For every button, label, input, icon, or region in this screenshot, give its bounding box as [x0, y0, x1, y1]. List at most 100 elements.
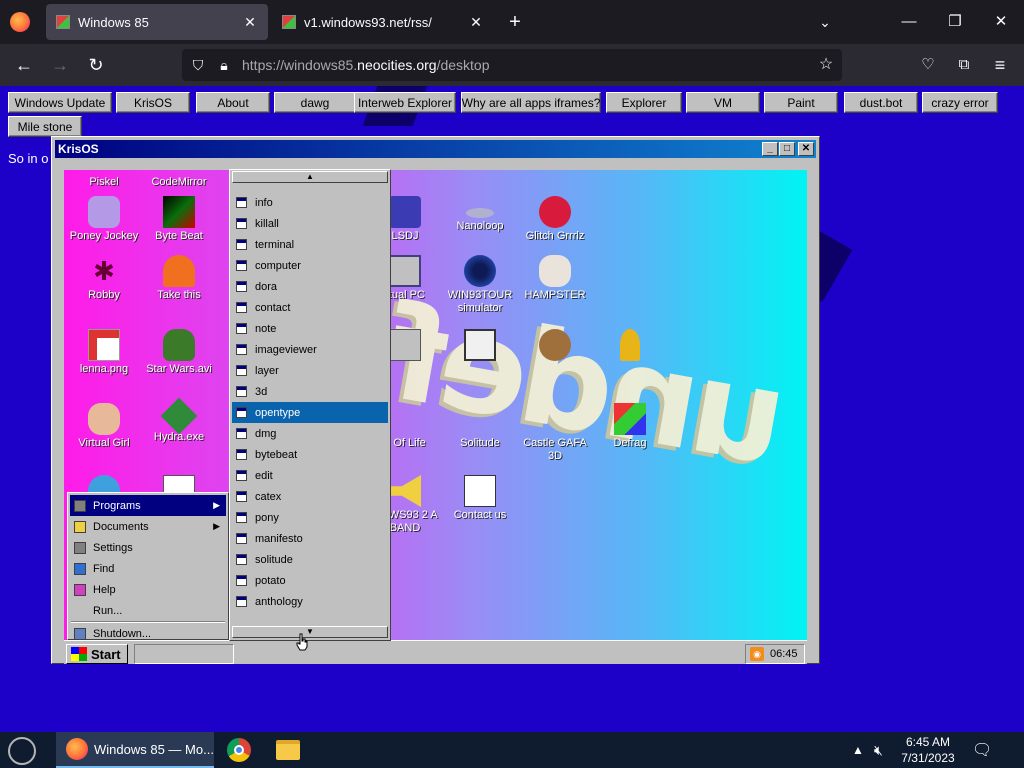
- desktop-icon-anthology[interactable]: [592, 329, 668, 363]
- nav-why-iframes-button[interactable]: Why are all apps iframes?: [461, 92, 601, 113]
- start-menu-settings[interactable]: Settings: [70, 537, 226, 558]
- nav-dawg-button[interactable]: dawg: [274, 92, 356, 113]
- program-item[interactable]: manifesto: [232, 528, 388, 549]
- nav-interweb-explorer-button[interactable]: Interweb Explorer: [354, 92, 456, 113]
- desktop-icon-nanoloop[interactable]: Nanoloop: [442, 196, 518, 233]
- window-icon: [236, 260, 247, 271]
- tab-close-icon[interactable]: ✕: [466, 12, 486, 32]
- program-item[interactable]: killall: [232, 213, 388, 234]
- desktop-icon-potato[interactable]: [517, 329, 593, 363]
- volume-muted-icon[interactable]: 🔇︎: [874, 732, 883, 768]
- pocket-icon[interactable]: ♡: [914, 51, 942, 79]
- program-item[interactable]: anthology: [232, 591, 388, 612]
- new-tab-button[interactable]: +: [504, 10, 526, 34]
- lock-icon[interactable]: 🔒︎: [214, 55, 234, 75]
- taskbar-firefox-button[interactable]: Windows 85 — Mo...: [56, 732, 214, 768]
- program-item[interactable]: 3d: [232, 381, 388, 402]
- nav-paint-button[interactable]: Paint: [764, 92, 838, 113]
- system-clock[interactable]: 6:45 AM 7/31/2023: [890, 734, 966, 766]
- window-title: KrisOS: [58, 142, 99, 156]
- reload-icon[interactable]: ↻: [82, 51, 110, 79]
- bookmark-star-icon[interactable]: ☆: [816, 55, 836, 75]
- program-item[interactable]: dora: [232, 276, 388, 297]
- nav-windows-update-button[interactable]: Windows Update: [8, 92, 112, 113]
- start-menu-programs[interactable]: Programs ▶: [70, 495, 226, 516]
- minimize-icon[interactable]: —: [894, 8, 924, 36]
- back-arrow-icon[interactable]: ←: [10, 51, 38, 79]
- rss-icon[interactable]: ◉: [750, 647, 764, 661]
- desktop-icon-take-this[interactable]: Take this: [141, 255, 217, 302]
- program-item[interactable]: note: [232, 318, 388, 339]
- scroll-down-arrow-icon[interactable]: ▼: [232, 626, 388, 638]
- program-item[interactable]: contact: [232, 297, 388, 318]
- start-menu-documents[interactable]: Documents ▶: [70, 516, 226, 537]
- url-text[interactable]: https://windows85.neocities.org/desktop: [242, 57, 490, 73]
- windows-start-icon[interactable]: [8, 737, 36, 765]
- desktop-icon-solitude[interactable]: Solitude: [442, 403, 518, 450]
- desktop-icon-robby[interactable]: ✱ Robby: [66, 255, 142, 302]
- program-item[interactable]: computer: [232, 255, 388, 276]
- start-button[interactable]: Start: [66, 644, 128, 664]
- desktop-icon-hampster[interactable]: HAMPSTER: [517, 255, 593, 302]
- program-item[interactable]: terminal: [232, 234, 388, 255]
- desktop-icon-defrag[interactable]: Defrag: [592, 403, 668, 450]
- chrome-icon[interactable]: [227, 738, 251, 762]
- program-item[interactable]: potato: [232, 570, 388, 591]
- show-hidden-icons-chevron-icon[interactable]: ▲: [852, 732, 864, 768]
- tab-close-icon[interactable]: ✕: [240, 12, 260, 32]
- notifications-icon[interactable]: 🗨︎: [972, 732, 992, 768]
- desktop-icon-byte-beat[interactable]: Byte Beat: [141, 196, 217, 243]
- icon-label: Castle GAFA 3D: [523, 437, 587, 462]
- start-menu-run[interactable]: Run...: [70, 600, 226, 621]
- nav-explorer-button[interactable]: Explorer: [606, 92, 682, 113]
- tab-windows93-rss[interactable]: v1.windows93.net/rss/ ✕: [272, 4, 494, 40]
- nav-krisos-button[interactable]: KrisOS: [116, 92, 190, 113]
- window-close-icon[interactable]: ✕: [986, 8, 1016, 36]
- list-all-tabs-chevron-icon[interactable]: ⌄: [814, 10, 836, 34]
- nav-about-button[interactable]: About: [196, 92, 270, 113]
- program-item[interactable]: bytebeat: [232, 444, 388, 465]
- desktop-icon-hydra[interactable]: Hydra.exe: [141, 397, 217, 444]
- program-item-selected[interactable]: opentype: [232, 402, 388, 423]
- shield-icon[interactable]: ⛉: [188, 55, 208, 75]
- firefox-icon[interactable]: [10, 12, 30, 32]
- close-icon[interactable]: ✕: [798, 142, 814, 156]
- start-menu-find[interactable]: Find: [70, 558, 226, 579]
- program-item[interactable]: layer: [232, 360, 388, 381]
- nav-crazy-error-button[interactable]: crazy error: [922, 92, 998, 113]
- extensions-icon[interactable]: ⧉: [950, 51, 978, 79]
- file-explorer-folder-icon[interactable]: [276, 740, 300, 760]
- desktop-icon-contact-us[interactable]: Contact us: [442, 475, 518, 522]
- desktop-icon-virtual-girl[interactable]: Virtual Girl: [66, 403, 142, 450]
- minimize-icon[interactable]: _: [762, 142, 778, 156]
- desktop-icon-codemirror[interactable]: CodeMirror: [141, 176, 217, 189]
- tab-windows-85[interactable]: Windows 85 ✕: [46, 4, 268, 40]
- restore-icon[interactable]: ❐: [940, 8, 970, 36]
- krisos-title-bar[interactable]: KrisOS _ □ ✕: [55, 140, 816, 158]
- scroll-up-arrow-icon[interactable]: ▲: [232, 171, 388, 183]
- program-item[interactable]: dmg: [232, 423, 388, 444]
- desktop-icon-piskel[interactable]: Piskel: [66, 176, 142, 189]
- program-item[interactable]: imageviewer: [232, 339, 388, 360]
- desktop-icon-glitch-grrrlz[interactable]: Glitch Grrrlz: [517, 196, 593, 243]
- desktop-icon-castle-gafa[interactable]: Castle GAFA 3D: [517, 403, 593, 463]
- desktop-icon-star-wars[interactable]: Star Wars.avi: [141, 329, 217, 376]
- forward-arrow-icon[interactable]: →: [46, 51, 74, 79]
- program-item[interactable]: solitude: [232, 549, 388, 570]
- start-menu-shutdown[interactable]: Shutdown...: [70, 623, 226, 644]
- desktop-icon-win93tour[interactable]: WIN93TOUR simulator: [442, 255, 518, 315]
- program-item[interactable]: pony: [232, 507, 388, 528]
- menu-hamburger-icon[interactable]: ≡: [986, 51, 1014, 79]
- maximize-icon[interactable]: □: [779, 142, 795, 156]
- desktop-icon-robot[interactable]: [442, 329, 518, 363]
- program-item[interactable]: edit: [232, 465, 388, 486]
- nav-vm-button[interactable]: VM: [686, 92, 760, 113]
- desktop-icon-lenna[interactable]: lenna.png: [66, 329, 142, 376]
- address-bar[interactable]: ⛉ 🔒︎ https://windows85.neocities.org/des…: [182, 49, 842, 81]
- nav-mile-stone-button[interactable]: Mile stone: [8, 116, 82, 137]
- nav-dustbot-button[interactable]: dust.bot: [844, 92, 918, 113]
- program-item[interactable]: catex: [232, 486, 388, 507]
- start-menu-help[interactable]: Help: [70, 579, 226, 600]
- program-item[interactable]: info: [232, 192, 388, 213]
- desktop-icon-poney-jockey[interactable]: Poney Jockey: [66, 196, 142, 243]
